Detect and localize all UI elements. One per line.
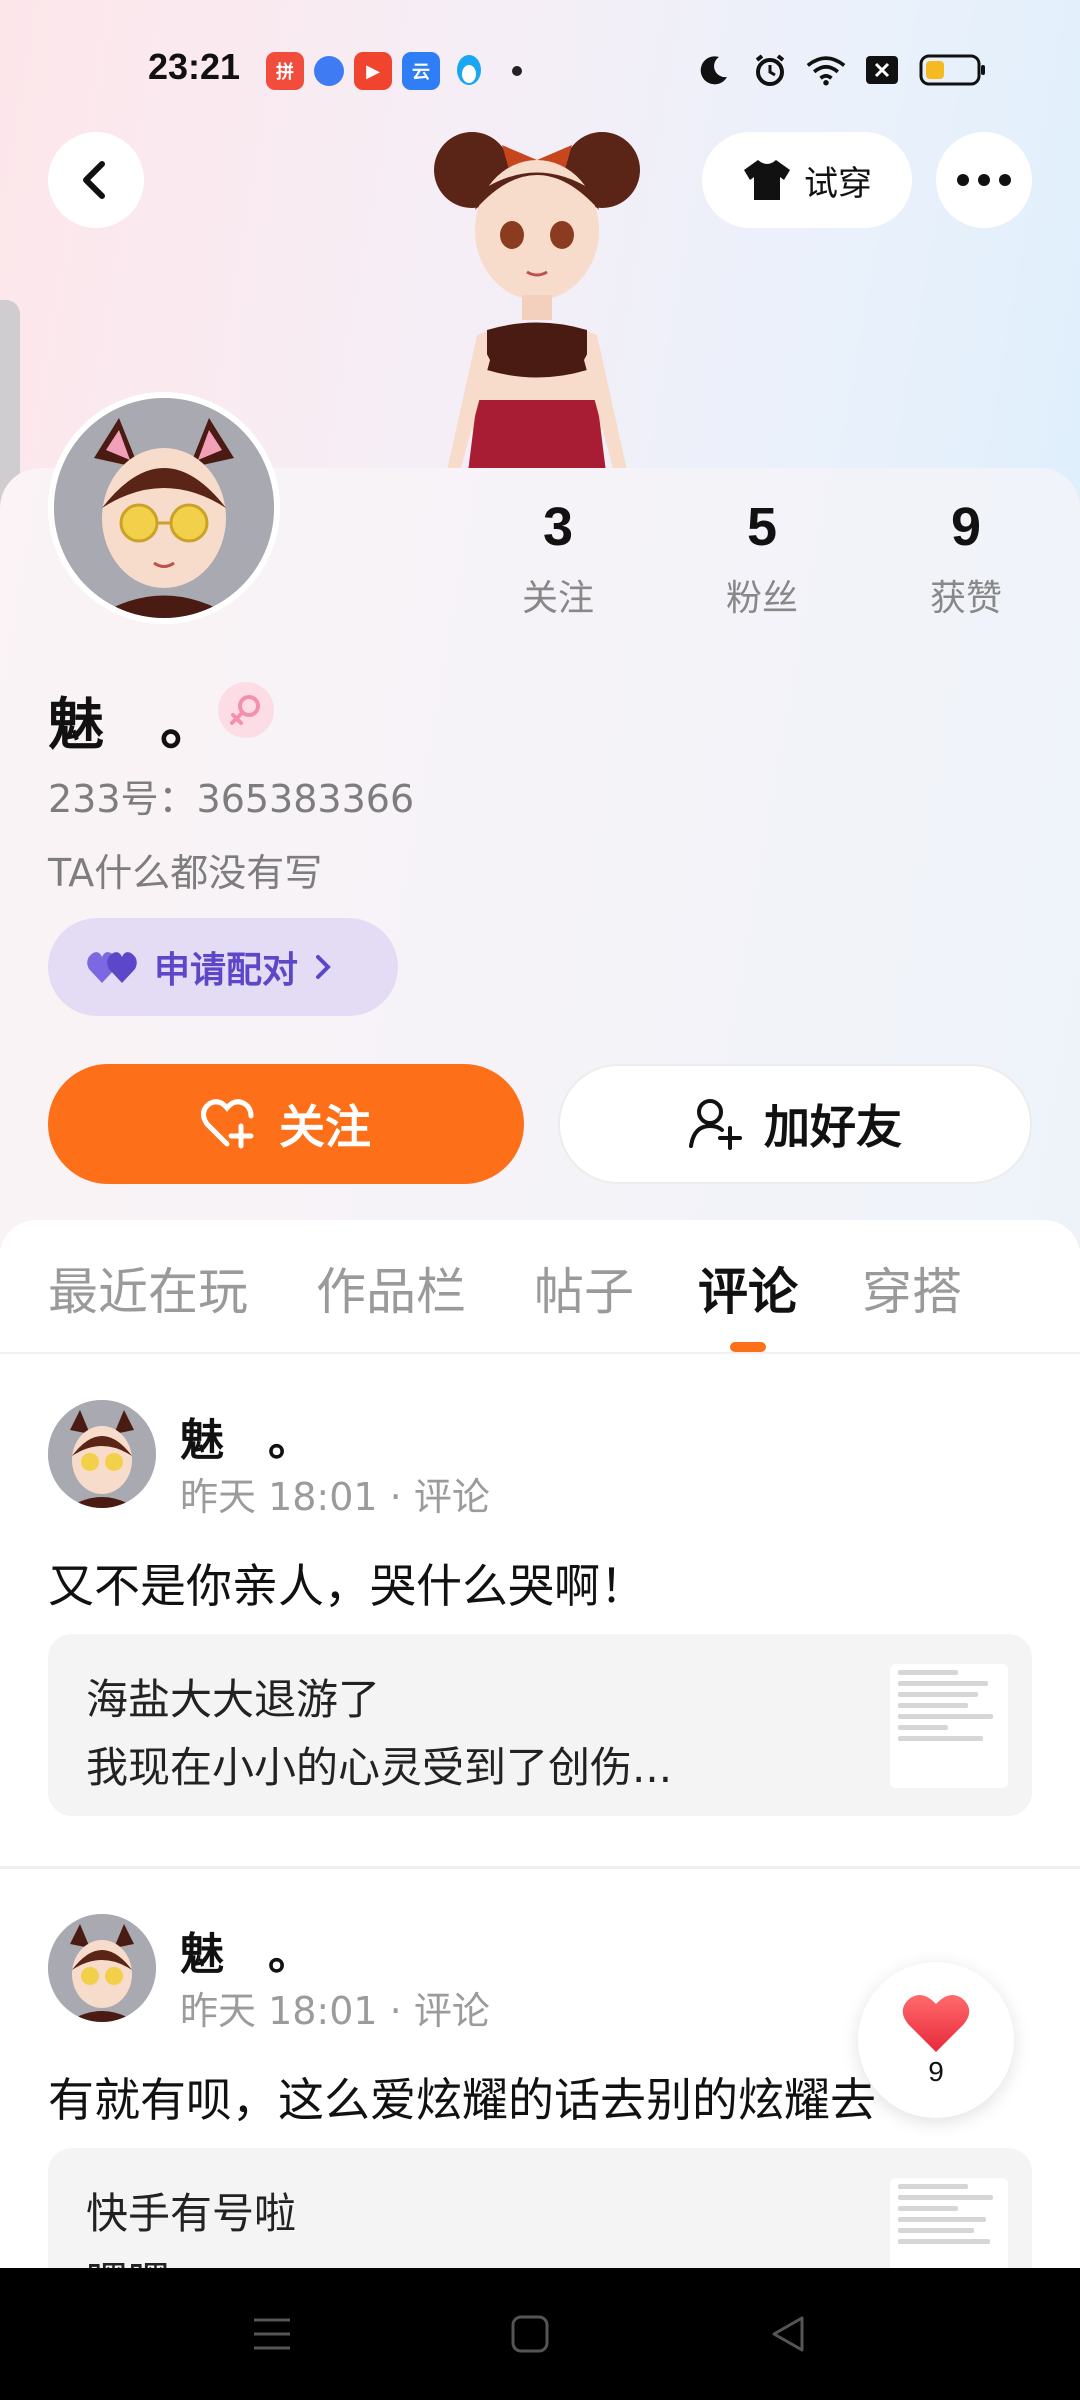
quoted-post-card[interactable]: 海盐大大退游了 我现在小小的心灵受到了创伤... xyxy=(48,1634,1032,1816)
comment-divider xyxy=(0,1866,1080,1869)
tab-posts[interactable]: 帖子 xyxy=(534,1252,634,1324)
comment-meta: 昨天 18:01 · 评论 xyxy=(180,1475,490,1519)
user-name: 魅 。 xyxy=(48,693,216,758)
comment-author-avatar[interactable] xyxy=(48,1400,156,1508)
moon-icon xyxy=(694,50,734,90)
pinduoduo-icon: 拼 xyxy=(266,52,304,90)
back-button[interactable] xyxy=(48,132,144,228)
hero-character-image xyxy=(434,132,640,480)
request-pair-label: 申请配对 xyxy=(154,950,299,991)
status-time: 23:21 xyxy=(148,46,241,87)
add-friend-button[interactable]: 加好友 xyxy=(558,1064,1032,1184)
likes-label: 获赞 xyxy=(929,578,1002,620)
wifi-icon xyxy=(806,50,846,90)
baidu-netdisk-icon: 云 xyxy=(402,52,440,90)
heart-icon xyxy=(902,1995,970,2052)
comment-text: 有就有呗，这么爱炫耀的话去别的炫耀去 xyxy=(48,2073,876,2127)
user-id: 233号：365383366 xyxy=(48,777,415,821)
stat-likes[interactable]: 9 获赞 xyxy=(896,497,1036,621)
female-gender-icon xyxy=(218,682,274,738)
add-friend-label: 加好友 xyxy=(764,1100,902,1154)
more-dots-icon xyxy=(957,174,1011,186)
tab-works[interactable]: 作品栏 xyxy=(316,1252,466,1324)
comment-author-name: 魅 。 xyxy=(180,1929,312,1980)
more-options-button[interactable] xyxy=(936,132,1032,228)
following-label: 关注 xyxy=(521,578,594,620)
quoted-post-excerpt: 我现在小小的心灵受到了创伤... xyxy=(86,1743,673,1792)
quoted-post-title: 海盐大大退游了 xyxy=(86,1675,381,1724)
video-play-icon: ▶ xyxy=(354,52,392,90)
comment-author-name: 魅 。 xyxy=(180,1415,312,1466)
request-pair-button[interactable]: 申请配对 xyxy=(48,918,398,1016)
home-icon[interactable] xyxy=(504,2308,556,2360)
tab-outfits[interactable]: 穿搭 xyxy=(862,1252,962,1324)
comment-text: 又不是你亲人，哭什么哭啊！ xyxy=(48,1559,646,1613)
try-on-label: 试穿 xyxy=(804,163,872,204)
alarm-icon xyxy=(750,50,790,90)
quoted-post-thumbnail xyxy=(890,1664,1008,1788)
following-count: 3 xyxy=(542,497,574,557)
stat-following[interactable]: 3 关注 xyxy=(488,497,628,621)
stat-followers[interactable]: 5 粉丝 xyxy=(692,497,832,621)
back-triangle-icon[interactable] xyxy=(762,2308,814,2360)
follow-button[interactable]: 关注 xyxy=(48,1064,524,1184)
comment-meta: 昨天 18:01 · 评论 xyxy=(180,1989,490,2033)
more-notifications-dot xyxy=(512,66,522,76)
double-heart-icon xyxy=(87,952,137,983)
active-tab-indicator xyxy=(730,1342,766,1352)
followers-count: 5 xyxy=(746,497,778,557)
heart-plus-icon xyxy=(201,1099,254,1149)
followers-label: 粉丝 xyxy=(725,578,798,620)
tabs-divider xyxy=(0,1352,1080,1354)
floating-like-count: 9 xyxy=(928,2056,944,2087)
try-on-button[interactable]: 试穿 xyxy=(702,132,912,228)
chat-bubble-icon xyxy=(314,56,344,86)
tab-comments[interactable]: 评论 xyxy=(698,1252,798,1324)
qq-penguin-icon xyxy=(450,52,488,90)
follow-label: 关注 xyxy=(279,1100,371,1154)
notification-icons: 拼 ▶ 云 xyxy=(266,52,522,90)
status-bar: 23:21 拼 ▶ 云 xyxy=(0,0,1080,144)
add-user-icon xyxy=(689,1099,742,1150)
quoted-post-title: 快手有号啦 xyxy=(86,2189,297,2238)
chevron-right-icon xyxy=(316,955,331,979)
floating-like-button[interactable]: 9 xyxy=(858,1962,1014,2118)
tshirt-icon xyxy=(744,160,790,200)
system-status-icons xyxy=(694,50,988,90)
profile-stats: 3 关注 5 粉丝 9 获赞 xyxy=(0,497,1080,628)
comment-author-avatar[interactable] xyxy=(48,1914,156,2022)
likes-count: 9 xyxy=(950,497,982,557)
system-navigation-bar xyxy=(0,2268,1080,2400)
tab-recently-played[interactable]: 最近在玩 xyxy=(48,1252,248,1324)
user-bio: TA什么都没有写 xyxy=(48,851,323,895)
chevron-left-icon xyxy=(83,161,105,199)
no-sim-icon xyxy=(862,50,902,90)
menu-icon[interactable] xyxy=(246,2308,298,2360)
battery-icon xyxy=(918,50,988,90)
